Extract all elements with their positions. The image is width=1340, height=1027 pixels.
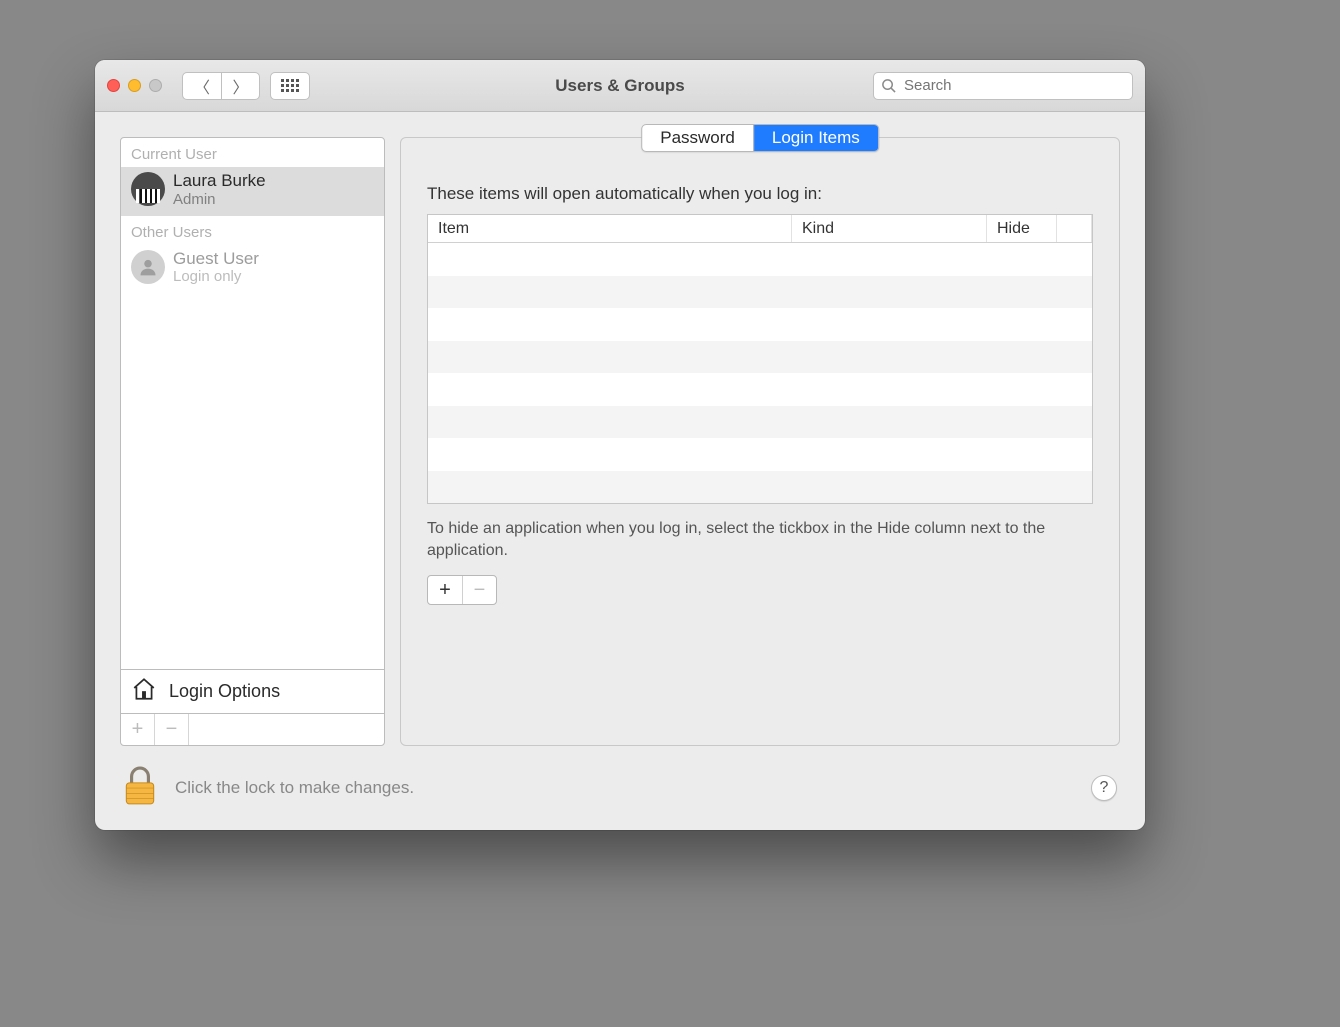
search-icon [881, 78, 896, 97]
chevron-left-icon: 〈 [194, 74, 210, 98]
section-label-other-users: Other Users [121, 216, 384, 245]
table-header: Item Kind Hide [428, 215, 1092, 243]
column-header-spacer [1057, 215, 1092, 242]
table-row [428, 341, 1092, 374]
column-header-item[interactable]: Item [428, 215, 792, 242]
close-window-button[interactable] [107, 79, 120, 92]
users-sidebar: Current User Laura Burke Admin Other Use… [120, 137, 385, 746]
user-name: Laura Burke [173, 171, 266, 191]
content-area: Current User Laura Burke Admin Other Use… [95, 112, 1145, 746]
lock-hint: Click the lock to make changes. [175, 778, 414, 798]
tab-login-items[interactable]: Login Items [753, 125, 878, 151]
user-row-guest[interactable]: Guest User Login only [121, 245, 384, 294]
remove-login-item-button[interactable]: − [462, 576, 496, 604]
section-label-current-user: Current User [121, 138, 384, 167]
lock-icon[interactable] [123, 766, 157, 811]
chevron-right-icon: 〉 [232, 74, 248, 98]
back-button[interactable]: 〈 [183, 73, 221, 99]
preferences-window: 〈 〉 Users & Groups Current User [95, 60, 1145, 830]
minimize-window-button[interactable] [128, 79, 141, 92]
avatar-current-user [131, 172, 165, 206]
table-row [428, 243, 1092, 276]
remove-user-button[interactable]: − [155, 714, 189, 745]
nav-buttons: 〈 〉 [182, 72, 260, 100]
house-icon [131, 676, 157, 707]
table-row [428, 471, 1092, 504]
hide-hint: To hide an application when you log in, … [427, 518, 1093, 561]
titlebar: 〈 〉 Users & Groups [95, 60, 1145, 112]
grid-icon [281, 79, 299, 92]
column-header-hide[interactable]: Hide [987, 215, 1057, 242]
user-name: Guest User [173, 249, 259, 269]
main-panel: Password Login Items These items will op… [400, 137, 1120, 746]
tab-bar: Password Login Items [641, 124, 879, 152]
login-items-add-remove: + − [427, 575, 497, 605]
window-footer: Click the lock to make changes. ? [95, 746, 1145, 830]
table-row [428, 406, 1092, 439]
forward-button[interactable]: 〉 [221, 73, 259, 99]
table-row [428, 438, 1092, 471]
add-login-item-button[interactable]: + [428, 576, 462, 604]
table-row [428, 276, 1092, 309]
avatar-guest-user [131, 250, 165, 284]
user-role: Admin [173, 191, 266, 208]
tab-password[interactable]: Password [642, 125, 753, 151]
table-row [428, 308, 1092, 341]
add-user-button[interactable]: + [121, 714, 155, 745]
help-button[interactable]: ? [1091, 775, 1117, 801]
table-body[interactable] [428, 243, 1092, 503]
zoom-window-button [149, 79, 162, 92]
login-options-button[interactable]: Login Options [121, 669, 384, 713]
column-header-kind[interactable]: Kind [792, 215, 987, 242]
search-input[interactable] [873, 72, 1133, 100]
table-row [428, 373, 1092, 406]
show-all-button[interactable] [270, 72, 310, 100]
window-controls [107, 79, 162, 92]
login-items-description: These items will open automatically when… [427, 184, 1093, 204]
sidebar-footer: + − [121, 713, 384, 745]
user-role: Login only [173, 268, 259, 285]
user-row-current[interactable]: Laura Burke Admin [121, 167, 384, 216]
login-items-table: Item Kind Hide [427, 214, 1093, 504]
login-options-label: Login Options [169, 681, 280, 702]
